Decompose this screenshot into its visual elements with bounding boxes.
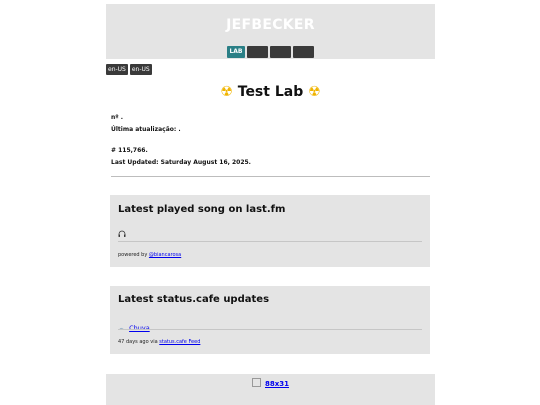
last-updated-en: Last Updated: Saturday August 16, 2025. xyxy=(111,159,251,166)
lastfm-divider xyxy=(118,241,422,242)
badge-row: 88x31 xyxy=(106,378,435,388)
lastfm-heading: Latest played song on last.fm xyxy=(118,204,286,215)
divider xyxy=(111,176,430,177)
status-link[interactable]: Chuva xyxy=(129,324,150,332)
page-title-text: Test Lab xyxy=(237,84,304,100)
nav-item-3[interactable] xyxy=(270,46,291,58)
broken-image-icon xyxy=(252,378,261,387)
site-footer: 88x31 xyxy=(106,374,435,405)
main-nav: LAB xyxy=(106,46,435,58)
powered-by-prefix: powered by xyxy=(118,252,148,258)
language-badges: en-US en-US xyxy=(106,64,154,75)
last-updated-pt: Última atualização: . xyxy=(111,126,181,133)
page-title: ☢ Test Lab ☢ xyxy=(106,84,435,100)
status-line: ☁ Chuva xyxy=(118,315,150,334)
statuscafe-widget: Latest status.cafe updates ☁ Chuva 47 da… xyxy=(110,286,430,354)
nav-lab[interactable]: LAB xyxy=(227,46,245,58)
lastfm-powered-by: powered by @biancarosa xyxy=(118,252,181,258)
lastfm-widget: Latest played song on last.fm powered by… xyxy=(110,195,430,267)
site-title[interactable]: JEFBECKER xyxy=(106,17,435,33)
nav-item-4[interactable] xyxy=(293,46,314,58)
powered-by-link[interactable]: @biancarosa xyxy=(149,252,181,258)
statuscafe-heading: Latest status.cafe updates xyxy=(118,294,270,305)
site-header: JEFBECKER LAB xyxy=(106,4,435,59)
statuscafe-divider xyxy=(118,329,422,330)
nav-item-2[interactable] xyxy=(247,46,268,58)
language-badge-2[interactable]: en-US xyxy=(129,64,152,75)
post-number-pt: nº . xyxy=(111,114,124,121)
meta-en: # 115,766. Last Updated: Saturday August… xyxy=(111,145,251,169)
statuscafe-footer: 47 days ago via status.cafe Feed xyxy=(118,339,200,345)
88x31-badge-link[interactable]: 88x31 xyxy=(265,380,289,388)
radioactive-icon: ☢ xyxy=(220,84,233,100)
radioactive-icon: ☢ xyxy=(308,84,321,100)
post-number-en: # 115,766. xyxy=(111,147,148,154)
headphones-icon xyxy=(118,223,126,242)
language-badge-1[interactable]: en-US xyxy=(106,64,128,75)
meta-pt: nº . Última atualização: . xyxy=(111,112,181,136)
status-age: 47 days ago via xyxy=(118,339,158,345)
statuscafe-feed-link[interactable]: status.cafe Feed xyxy=(159,339,200,345)
